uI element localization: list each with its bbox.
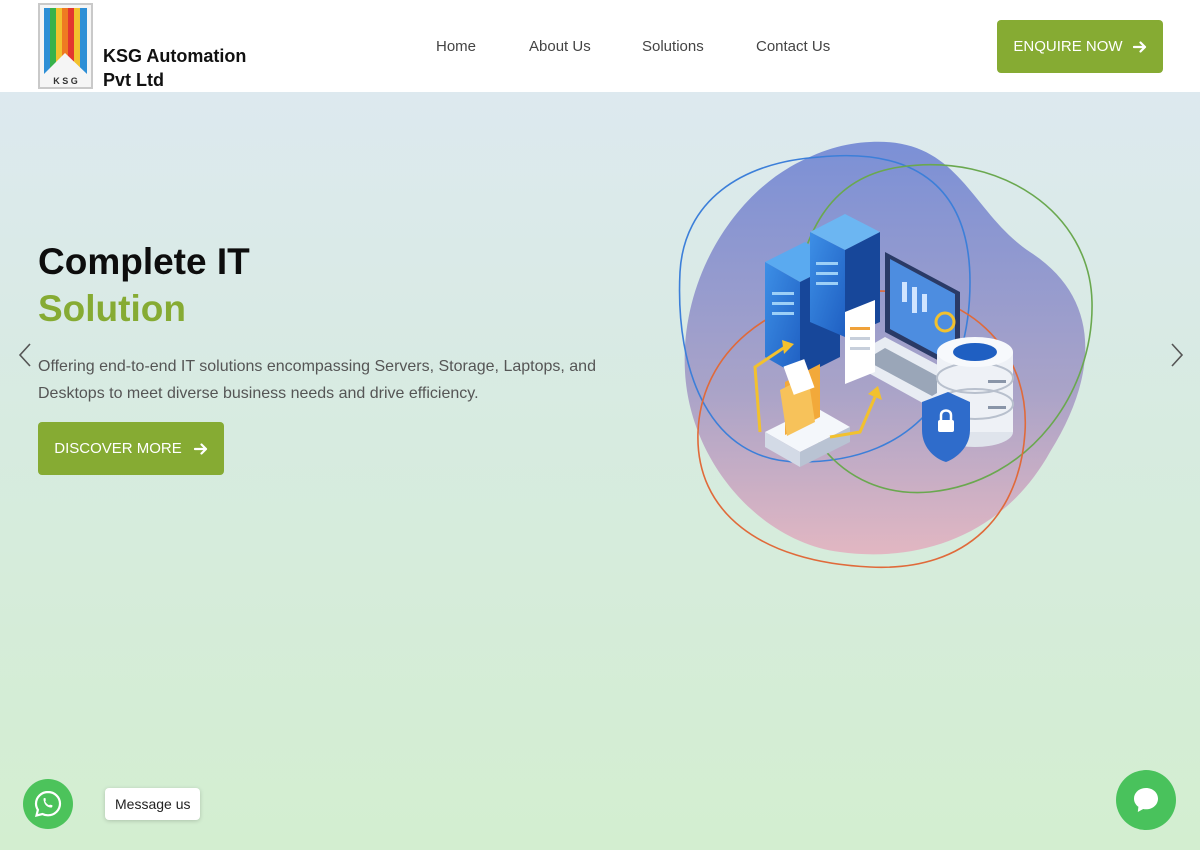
logo-letters: K S G	[53, 76, 78, 86]
nav-solutions[interactable]: Solutions	[642, 38, 704, 55]
hero-description: Offering end-to-end IT solutions encompa…	[38, 358, 596, 402]
document-window-icon	[845, 300, 875, 384]
chevron-right-icon	[1171, 343, 1184, 367]
hero-title: Complete IT Solution	[38, 240, 250, 331]
brand-line-2: Pvt Ltd	[103, 70, 164, 90]
nav-about-us[interactable]: About Us	[529, 38, 591, 55]
whatsapp-icon	[34, 790, 62, 818]
chevron-left-icon	[18, 343, 31, 367]
arrow-right-icon	[1132, 40, 1146, 53]
it-infrastructure-illustration	[678, 141, 1093, 569]
hero-title-accent: Solution	[38, 288, 186, 329]
whatsapp-button[interactable]	[23, 779, 73, 829]
chat-bubble-icon	[1134, 788, 1158, 812]
discover-more-button[interactable]: DISCOVER MORE	[38, 422, 224, 475]
company-logo[interactable]: K S G	[38, 3, 93, 89]
hero-title-main: Complete IT	[38, 241, 250, 282]
live-chat-button[interactable]	[1116, 770, 1176, 830]
slider-next-button[interactable]	[1164, 340, 1188, 370]
discover-more-label: DISCOVER MORE	[54, 440, 182, 457]
logo-graphic: K S G	[40, 5, 91, 87]
enquire-now-button[interactable]: ENQUIRE NOW	[997, 20, 1163, 73]
slider-prev-button[interactable]	[14, 340, 38, 370]
nav-home[interactable]: Home	[436, 38, 476, 55]
arrow-right-icon	[193, 442, 207, 455]
brand-name[interactable]: KSG Automation Pvt Ltd	[103, 44, 246, 92]
nav-contact-us[interactable]: Contact Us	[756, 38, 830, 55]
site-header: K S G KSG Automation Pvt Ltd Home About …	[0, 0, 1200, 92]
enquire-now-label: ENQUIRE NOW	[1013, 38, 1123, 55]
message-us-label[interactable]: Message us	[105, 788, 201, 820]
hero-slider: Complete IT Solution Offering end-to-end…	[0, 92, 1200, 850]
brand-line-1: KSG Automation	[103, 46, 247, 66]
